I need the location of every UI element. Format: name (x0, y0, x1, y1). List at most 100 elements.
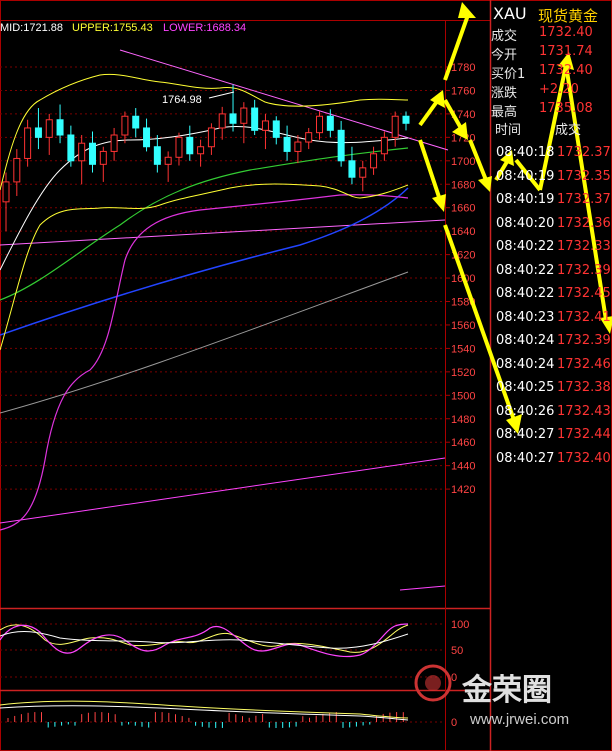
tick-row[interactable]: 08:40:24 1732.39 (491, 333, 612, 355)
price-tick-label: 1560 (451, 320, 475, 332)
tick-time: 08:40:24 (496, 333, 555, 348)
tick-row[interactable]: 08:40:25 1732.38 (491, 380, 612, 402)
mid-label: MID:1721.88 (0, 22, 63, 34)
candle-body (143, 127, 151, 148)
tick-time: 08:40:27 (496, 427, 555, 442)
candle (391, 111, 399, 147)
symbol-name: 现货黄金 (538, 7, 599, 25)
candle-body (24, 127, 32, 159)
candle (110, 127, 118, 161)
candle-body (78, 142, 86, 162)
arrow-1-head (458, 2, 476, 18)
oscillator-pane-1 (0, 623, 445, 678)
ma-magenta (0, 194, 409, 531)
candle-body (88, 142, 96, 165)
quote-value: 1732.40 (539, 25, 593, 40)
tick-time: 08:40:22 (496, 262, 555, 278)
price-tick-label: 1520 (451, 367, 475, 379)
candle (186, 125, 194, 161)
candle (67, 125, 75, 167)
tick-row[interactable]: 08:40:22 1732.45 (491, 286, 612, 308)
candle-body (251, 107, 259, 131)
candle-body (229, 113, 237, 124)
candle (197, 139, 205, 167)
tick-header-time: 时间 (495, 123, 522, 138)
tick-time: 08:40:19 (496, 168, 555, 184)
tick-time: 08:40:24 (496, 356, 555, 372)
candle (305, 127, 313, 150)
tick-row[interactable]: 08:40:19 1732.37 (491, 192, 612, 214)
tick-price: 1732.37 (557, 192, 611, 207)
tick-row[interactable]: 08:40:22 1732.33 (491, 239, 612, 261)
macd-bars (7, 712, 404, 728)
tick-row[interactable]: 08:40:18 1732.37 (491, 145, 612, 167)
quote-value: 1731.74 (539, 44, 593, 59)
candle-body (132, 115, 140, 129)
tick-price: 1732.44 (557, 427, 611, 442)
tick-price: 1732.35 (557, 168, 611, 184)
candle-body (110, 134, 118, 152)
candle-body (164, 156, 172, 165)
osc2-tick-label: 0 (451, 717, 457, 729)
tick-time: 08:40:22 (496, 286, 555, 301)
arrow-4 (418, 139, 442, 201)
quote-row: 今开 1731.74 (491, 44, 612, 63)
tick-row[interactable]: 08:40:22 1732.39 (491, 263, 612, 285)
price-tick-label: 1480 (451, 414, 475, 426)
tick-price: 1732.36 (557, 215, 611, 231)
price-tick-label: 1760 (451, 85, 475, 97)
candle (143, 118, 151, 152)
candle-body (305, 132, 313, 143)
price-tick-label: 1500 (451, 390, 475, 402)
osc2-axis: 0 (451, 717, 457, 729)
tick-row[interactable]: 08:40:27 1732.44 (491, 427, 612, 449)
candle (359, 160, 367, 192)
candle-body (272, 120, 280, 138)
candle (78, 135, 86, 185)
tick-row[interactable]: 08:40:20 1732.36 (491, 216, 612, 238)
tick-row[interactable]: 08:40:19 1732.35 (491, 169, 612, 191)
candle (153, 135, 161, 173)
candle-body (207, 127, 215, 148)
candle-body (261, 120, 269, 131)
quote-label: 涨跌 (491, 86, 518, 101)
tick-header-price: 成交 (555, 123, 582, 138)
price-tick-label: 1660 (451, 203, 475, 215)
candle (251, 99, 259, 136)
quote-label: 买价1 (491, 67, 526, 82)
tick-row[interactable]: 08:40:26 1732.43 (491, 404, 612, 426)
quote-row: 涨跌 +2.20 (491, 82, 612, 101)
arrow-2 (418, 98, 440, 127)
candle (370, 146, 378, 175)
osc1-tick-label: 50 (451, 645, 463, 657)
candle-body (121, 115, 129, 136)
candle (2, 172, 10, 232)
price-tick-label: 1440 (451, 461, 475, 473)
tick-row[interactable]: 08:40:24 1732.46 (491, 357, 612, 379)
candle-body (283, 136, 291, 152)
candle (316, 111, 324, 140)
price-tick-label: 1700 (451, 156, 475, 168)
candle (24, 119, 32, 167)
trend-line-far-2 (399, 585, 446, 591)
candle (380, 131, 388, 161)
candle-body (337, 129, 345, 162)
ma-green (0, 147, 409, 301)
candle-body (186, 136, 194, 155)
trend-line-far (0, 457, 446, 524)
tick-row[interactable]: 08:40:23 1732.41 (491, 310, 612, 332)
tick-row[interactable]: 08:40:27 1732.40 (491, 451, 612, 473)
candle (13, 149, 21, 196)
tick-table-header: 时间 成交 (491, 118, 612, 138)
quote-value: 1735.08 (539, 101, 593, 116)
candle-body (370, 153, 378, 169)
candle-body (348, 160, 356, 178)
high-annotation: 1764.98 (162, 94, 202, 106)
tick-price: 1732.45 (557, 286, 611, 301)
candle (207, 123, 215, 155)
quote-row: 买价1 1732.40 (491, 63, 612, 82)
quote-row: 成交 1732.40 (491, 25, 612, 44)
quote-value: 1732.40 (539, 63, 593, 78)
tick-price: 1732.39 (557, 333, 611, 348)
tick-time: 08:40:20 (496, 215, 555, 231)
